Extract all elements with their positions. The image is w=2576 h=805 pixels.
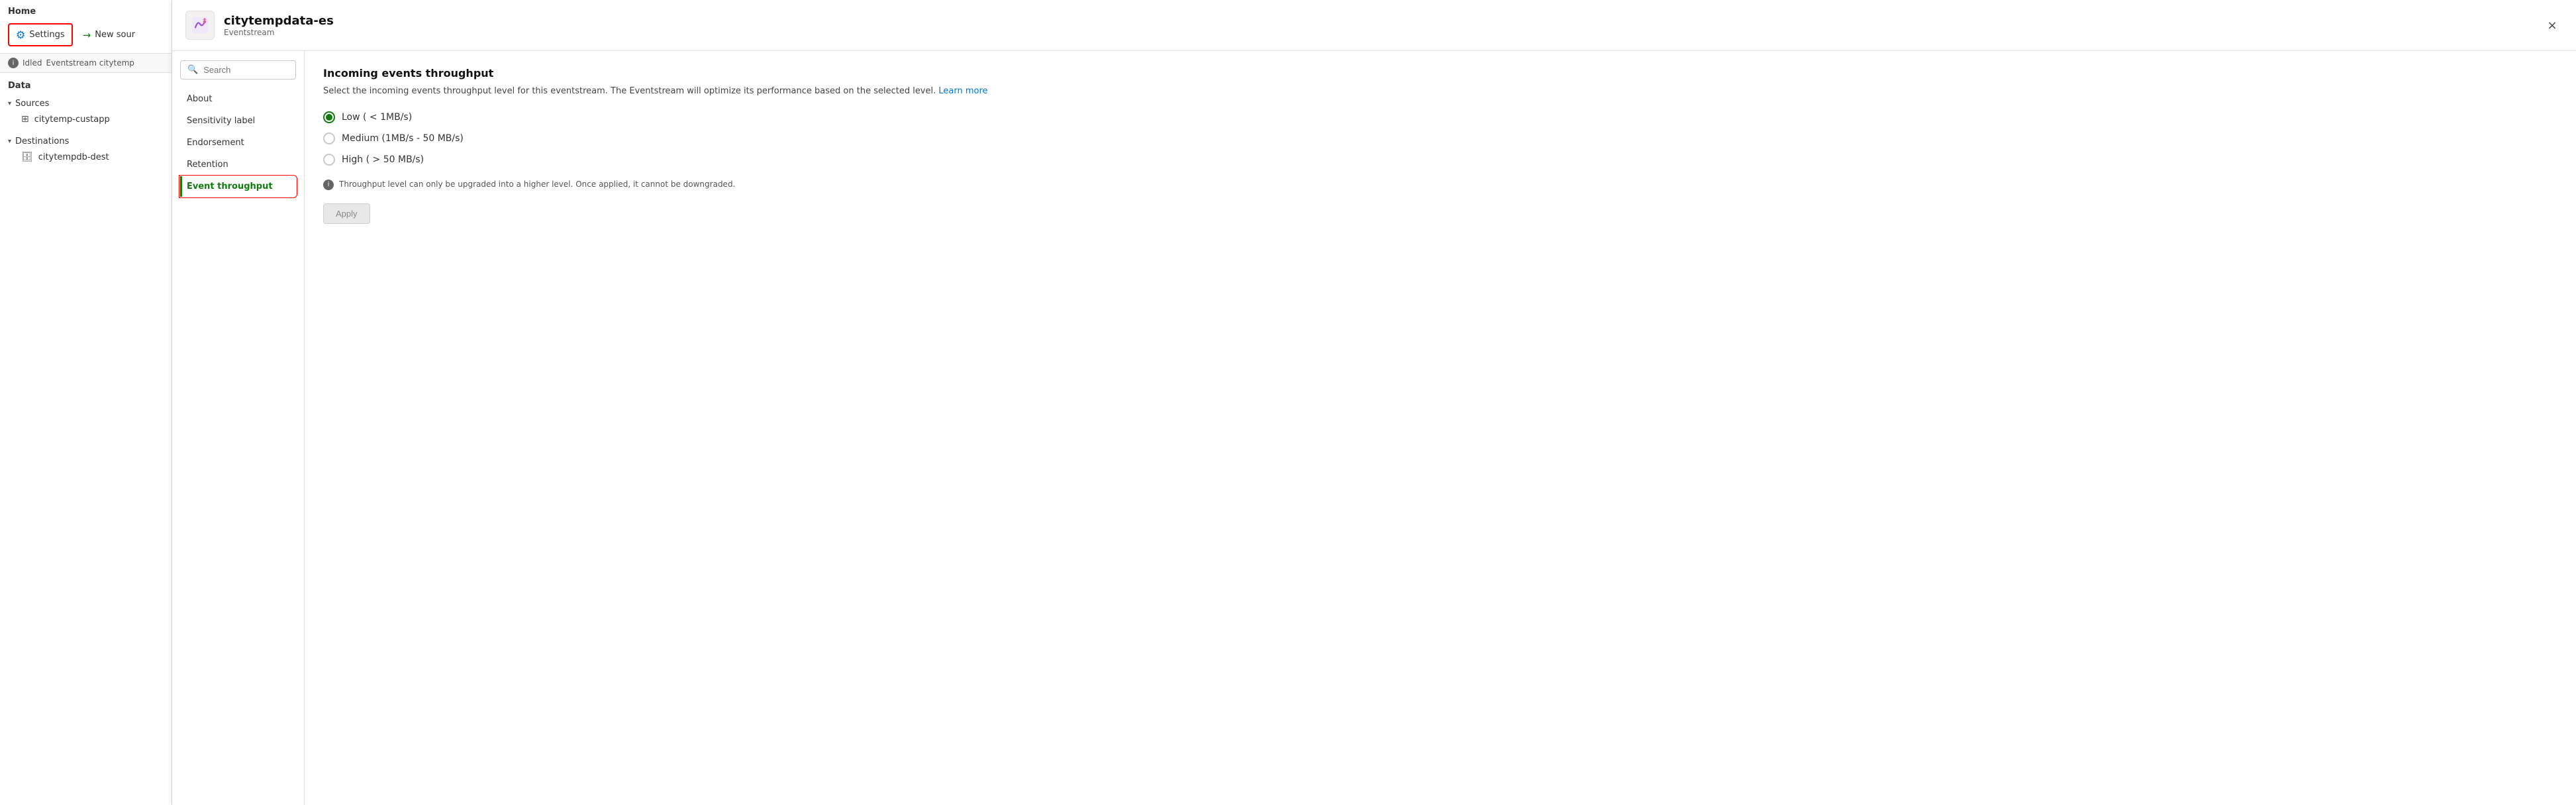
radio-label-low: Low ( < 1MB/s) [342,112,412,123]
radio-circle-low [323,111,335,123]
new-source-icon: → [83,29,91,41]
data-section-label: Data [8,81,164,91]
learn-more-link[interactable]: Learn more [938,86,987,96]
warning-bar: i Throughput level can only be upgraded … [323,179,2557,190]
new-source-label: New sour [95,30,135,40]
status-text: Idled [23,58,42,68]
radio-circle-medium [323,133,335,144]
nav-event-throughput-label: Event throughput [187,182,273,191]
panel-title-block: citytempdata-es Eventstream [224,14,334,37]
panel-nav: 🔍 About Sensitivity label Endorsement Re… [172,51,305,805]
search-input[interactable] [203,65,289,75]
status-detail: Eventstream citytemp [46,58,134,68]
destinations-chevron-icon: ▾ [8,138,11,145]
nav-item-sensitivity[interactable]: Sensitivity label [180,111,296,131]
sources-item[interactable]: ⊞ citytemp-custapp [8,111,164,127]
status-bar: i Idled Eventstream citytemp [0,54,172,73]
radio-circle-high [323,154,335,166]
panel-icon [185,11,215,40]
sidebar-content: Data ▾ Sources ⊞ citytemp-custapp ▾ Dest… [0,73,172,805]
nav-item-about[interactable]: About [180,89,296,109]
settings-label: Settings [29,30,64,40]
radio-group: Low ( < 1MB/s) Medium (1MB/s - 50 MB/s) … [323,111,2557,166]
radio-option-high[interactable]: High ( > 50 MB/s) [323,154,2557,166]
destinations-item-label: citytempdb-dest [38,152,109,162]
close-button[interactable]: × [2542,15,2563,36]
content-description-text: Select the incoming events throughput le… [323,86,936,96]
apply-button[interactable]: Apply [323,203,370,224]
sidebar: Home ⚙ Settings → New sour i Idled Event… [0,0,172,805]
nav-item-event-throughput[interactable]: Event throughput [180,176,296,197]
nav-about-label: About [187,94,212,104]
panel-header: citytempdata-es Eventstream × [172,0,2576,51]
nav-sensitivity-label: Sensitivity label [187,116,255,126]
radio-label-high: High ( > 50 MB/s) [342,154,424,165]
sources-label: Sources [15,99,49,109]
destinations-item[interactable]: 🗄 citytempdb-dest [8,149,164,165]
panel-body: 🔍 About Sensitivity label Endorsement Re… [172,51,2576,805]
panel-title: citytempdata-es [224,14,334,28]
nav-item-endorsement[interactable]: Endorsement [180,133,296,153]
content-description: Select the incoming events throughput le… [323,85,2557,98]
nav-retention-label: Retention [187,160,228,170]
sidebar-toolbar: ⚙ Settings → New sour [8,21,164,49]
nav-item-retention[interactable]: Retention [180,154,296,175]
warning-info-icon: i [323,180,334,190]
sources-item-label: citytemp-custapp [34,115,110,125]
new-source-button[interactable]: → New sour [75,25,142,46]
nav-endorsement-label: Endorsement [187,138,244,148]
sidebar-top: Home ⚙ Settings → New sour [0,0,172,54]
home-label: Home [8,7,164,21]
search-icon: 🔍 [187,65,198,75]
sources-section-header[interactable]: ▾ Sources [8,96,164,111]
panel-content: Incoming events throughput Select the in… [305,51,2576,805]
gear-icon: ⚙ [16,28,25,41]
radio-label-medium: Medium (1MB/s - 50 MB/s) [342,133,464,144]
eventstream-icon [191,16,209,34]
sources-chevron-icon: ▾ [8,100,11,107]
status-info-icon: i [8,58,19,68]
search-box[interactable]: 🔍 [180,60,296,80]
settings-button[interactable]: ⚙ Settings [8,23,73,46]
content-title: Incoming events throughput [323,67,2557,80]
destinations-label: Destinations [15,136,69,146]
destinations-section-header[interactable]: ▾ Destinations [8,134,164,149]
destdb-icon: 🗄 [21,152,33,162]
settings-panel: citytempdata-es Eventstream × 🔍 About Se… [172,0,2576,805]
warning-text: Throughput level can only be upgraded in… [339,179,735,190]
panel-subtitle: Eventstream [224,28,334,37]
radio-option-low[interactable]: Low ( < 1MB/s) [323,111,2557,123]
custapp-icon: ⊞ [21,114,29,125]
radio-option-medium[interactable]: Medium (1MB/s - 50 MB/s) [323,133,2557,144]
